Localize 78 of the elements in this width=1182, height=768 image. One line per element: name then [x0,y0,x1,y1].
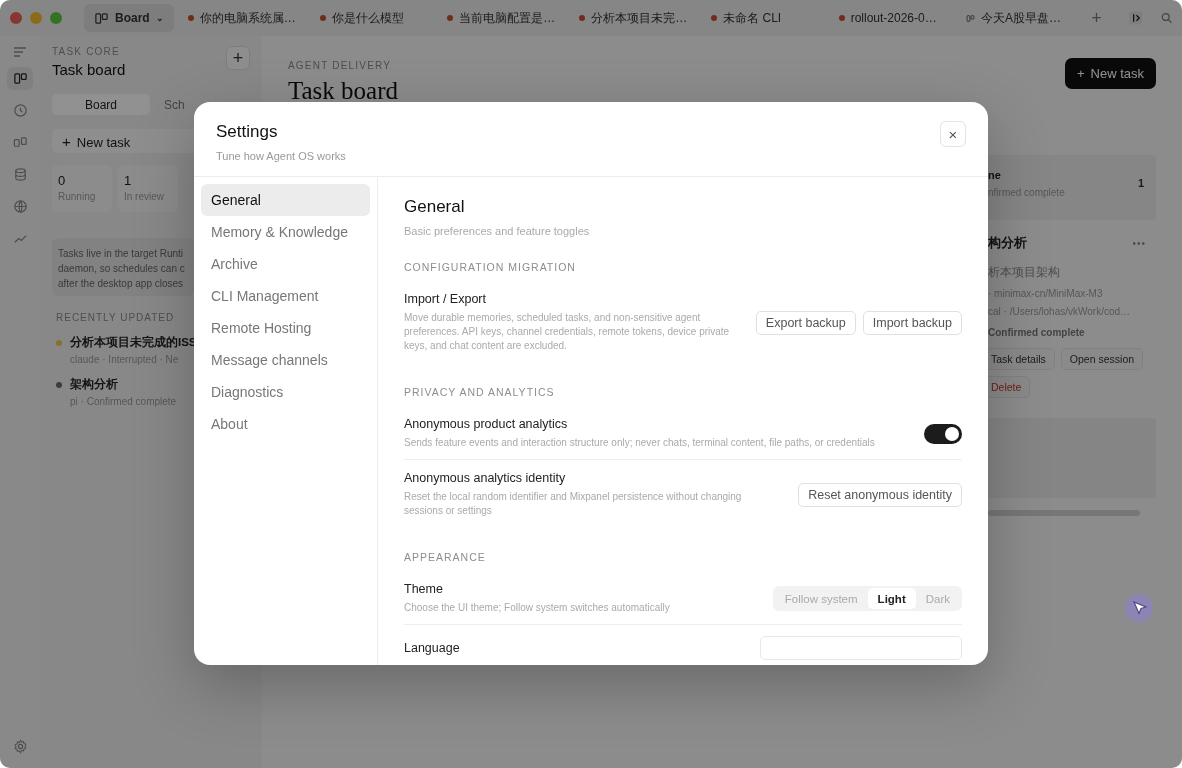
setting-label: Theme [404,582,444,596]
panel-title: General [404,197,466,217]
window-tab[interactable]: 当前电脑配置是… [437,4,566,32]
scroll-bar[interactable] [988,510,1140,516]
add-button[interactable]: + [226,46,250,70]
theme-option[interactable]: Light [867,588,916,609]
page-title: Task board [288,77,399,105]
view-tab[interactable]: Sch [156,94,186,115]
window-tab[interactable]: rollout-2026-0… [828,4,953,32]
setting-description: Choose the UI theme; Follow system switches automatically [404,601,670,615]
close-window-button[interactable] [10,12,22,24]
settings-icon[interactable] [12,739,28,754]
section-eyebrow: AGENT DELIVERY [288,60,393,71]
settings-nav-item[interactable]: General [201,184,370,216]
columns-icon [12,135,28,150]
task-action-button[interactable]: Open session [1060,348,1144,370]
section-heading: PRIVACY AND ANALYTICS [404,386,556,398]
window-tab[interactable]: 分析本项目未完… [569,4,698,32]
window-tab[interactable]: Board ⌄ [84,4,174,32]
dialog-subtitle: Tune how Agent OS works [216,150,346,162]
settings-nav-item[interactable]: Memory & Knowledge [201,216,370,248]
new-tab-button[interactable]: + [1085,7,1108,29]
status-dot-icon [319,15,326,21]
group-title: ne [988,169,1002,181]
setting-label: Language [404,641,460,655]
section-heading: APPEARANCE [404,551,487,563]
setting-label: Anonymous product analytics [404,417,569,431]
board-icon [12,71,28,86]
status-dot-icon [579,15,586,21]
task-status: Confirmed complete [988,327,1086,338]
nav-rail-button[interactable] [7,67,33,90]
setting-description: Reset the local random identifier and Mixpanel persistence without changing sessions or settings [404,490,743,518]
setting-label: Anonymous analytics identity [404,471,567,485]
action-button[interactable]: Reset anonymous identity [798,482,962,507]
settings-nav-item[interactable]: CLI Management [201,280,370,312]
clock-icon [12,103,28,118]
section-eyebrow: TASK CORE [52,46,121,57]
close-button[interactable]: × [940,121,966,147]
status-dot-icon [187,15,194,21]
view-tab[interactable]: Board [52,94,150,115]
more-button[interactable]: ••• [1132,237,1146,249]
section-heading: RECENTLY UPDATED [56,312,176,323]
window-tab[interactable]: 你的电脑系统属… [177,4,306,32]
toggle-switch[interactable] [924,423,962,444]
setting-description: Sends feature events and interaction structure only; never chats, terminal content, file paths, or credentials [404,436,875,450]
settings-nav-item[interactable]: Archive [201,248,370,280]
search-icon[interactable] [1160,12,1172,24]
action-button[interactable]: Import backup [862,310,962,335]
globe-icon [12,199,28,214]
action-button[interactable]: Export backup [755,310,856,335]
minimize-window-button[interactable] [30,12,42,24]
settings-nav-item[interactable]: Remote Hosting [201,312,370,344]
status-dot-icon [447,15,454,21]
settings-nav-item[interactable]: Diagnostics [201,376,370,408]
window-tab[interactable]: 你是什么模型 [309,4,434,32]
section-heading: CONFIGURATION MIGRATION [404,261,577,273]
new-task-button[interactable]: + New task [1064,58,1156,89]
setting-label: Import / Export [404,292,487,306]
window-tab[interactable]: 今天A股早盘… [956,4,1072,32]
cursor-icon [1124,593,1154,623]
task-title[interactable]: 架构分析 [70,377,177,392]
board-icon [94,10,109,26]
menu-icon[interactable] [13,46,27,58]
settings-nav-item[interactable]: About [201,408,370,440]
zoom-window-button[interactable] [50,12,62,24]
status-dot-icon [711,15,718,21]
database-icon [12,167,28,182]
status-dot-icon [838,15,845,21]
stat-value: 1 [124,173,133,188]
task-title: 构分析 [988,234,1027,252]
group-count: 1 [1137,177,1144,191]
sidebar-title: Task board [52,61,126,78]
settings-nav-item[interactable]: Message channels [201,344,370,376]
setting-description: Move durable memories, scheduled tasks, and non-sensitive agent preferences. API keys, channel credentials, remote tokens, device private keys, and chat content are excluded. [404,311,731,353]
stat-value: 0 [58,173,67,188]
window-tab[interactable]: 未命名 CLI [701,4,825,32]
sidebar-toggle-icon[interactable] [1127,10,1143,26]
panel-subtitle: Basic preferences and feature toggles [404,225,591,237]
